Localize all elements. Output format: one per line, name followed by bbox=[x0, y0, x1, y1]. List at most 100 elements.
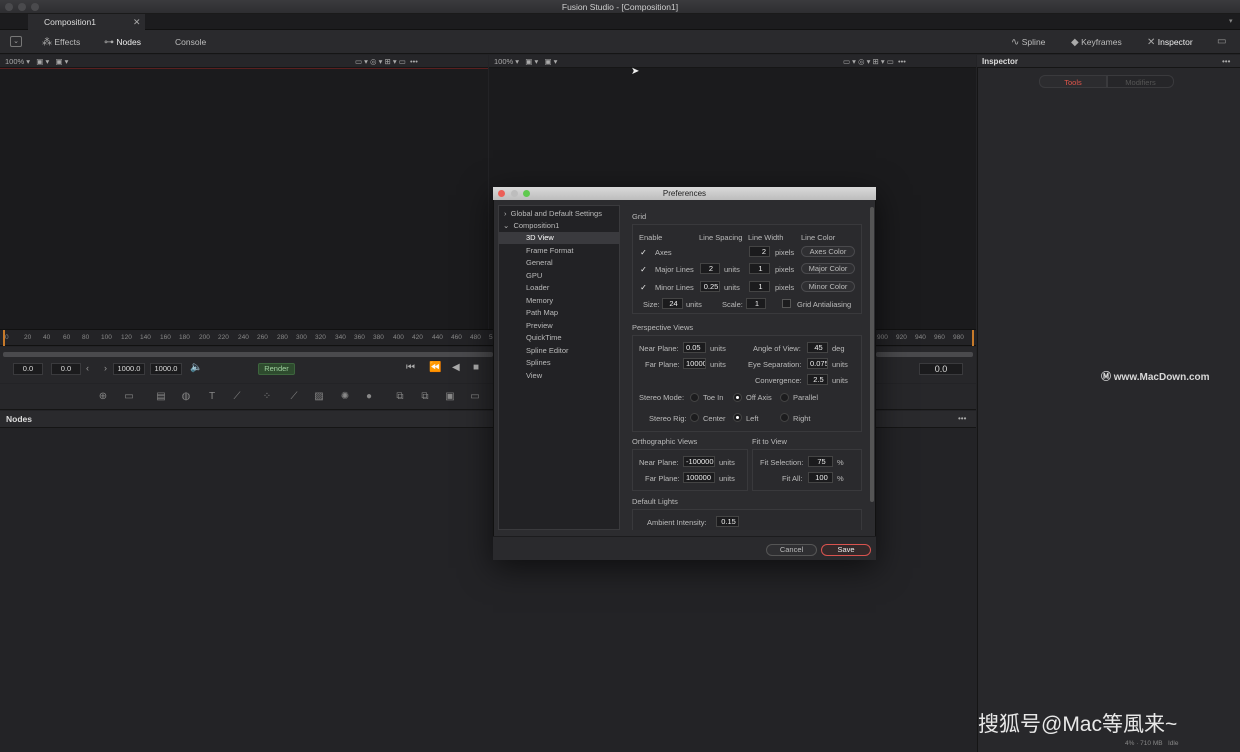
persp-near-input[interactable]: 0.05 bbox=[683, 342, 706, 353]
minor-width-input[interactable]: 1 bbox=[749, 281, 770, 292]
minor-spacing-input[interactable]: 0.25 bbox=[700, 281, 720, 292]
eye-separation-input[interactable]: 0.075 bbox=[807, 358, 828, 369]
current-time-field[interactable]: 0.0 bbox=[919, 363, 963, 375]
render-end-field[interactable]: 1000.0 bbox=[113, 363, 145, 375]
global-start-field[interactable]: 0.0 bbox=[13, 363, 43, 375]
tab-menu-icon[interactable]: ▾ bbox=[1229, 17, 1233, 25]
shape-tool-icon[interactable]: ⧉ bbox=[418, 390, 432, 403]
image-plane-tool-icon[interactable]: ▭ bbox=[468, 390, 482, 403]
left-zoom[interactable]: 100% bbox=[5, 57, 24, 66]
renderer-tool-icon[interactable]: ▣ bbox=[443, 390, 457, 403]
go-to-start-icon[interactable]: ⏮ bbox=[406, 362, 415, 373]
aov-input[interactable]: 45 bbox=[807, 342, 828, 353]
minimize-window-button[interactable] bbox=[18, 3, 26, 11]
end-marker[interactable] bbox=[972, 330, 974, 346]
right-viewer-options-icon[interactable]: ▭ ▾ ◎ ▾ ⊞ ▾ ▭ ••• bbox=[843, 55, 906, 68]
convergence-input[interactable]: 2.5 bbox=[807, 374, 828, 385]
inspector-options-icon[interactable]: ••• bbox=[1222, 57, 1230, 66]
axes-width-input[interactable]: 2 bbox=[749, 246, 770, 257]
minor-lines-checkbox[interactable]: ✓ bbox=[639, 283, 648, 292]
preferences-scrollbar[interactable] bbox=[870, 207, 874, 502]
parallel-radio[interactable] bbox=[780, 393, 789, 402]
keyframes-button[interactable]: ◆ Keyframes bbox=[1071, 30, 1122, 54]
background-tool-icon[interactable]: ▤ bbox=[154, 390, 168, 403]
play-reverse-icon[interactable]: ◀ bbox=[452, 362, 460, 373]
center-radio[interactable] bbox=[690, 413, 699, 422]
polygon-tool-icon[interactable]: ⟋ bbox=[287, 390, 301, 403]
major-lines-checkbox[interactable]: ✓ bbox=[639, 265, 648, 274]
antialiasing-checkbox[interactable] bbox=[782, 299, 791, 308]
render-start-field[interactable]: 0.0 bbox=[51, 363, 81, 375]
light-tool-icon[interactable]: ✺ bbox=[338, 390, 352, 403]
tab-modifiers[interactable]: Modifiers bbox=[1107, 75, 1174, 88]
toe-in-radio[interactable] bbox=[690, 393, 699, 402]
particles-tool-icon[interactable]: ⁘ bbox=[260, 390, 274, 403]
3d-tool-icon[interactable]: ⧉ bbox=[393, 390, 407, 403]
tree-item-frame-format[interactable]: Frame Format bbox=[499, 245, 619, 257]
dialog-minimize-button[interactable] bbox=[511, 190, 518, 197]
fit-selection-input[interactable]: 75 bbox=[808, 456, 833, 467]
tree-item-preview[interactable]: Preview bbox=[499, 320, 619, 332]
persp-far-input[interactable]: 10000 bbox=[683, 358, 706, 369]
tree-item-path-map[interactable]: Path Map bbox=[499, 307, 619, 319]
left-viewer-options-icon[interactable]: ▭ ▾ ◎ ▾ ⊞ ▾ ▭ ••• bbox=[355, 55, 418, 68]
size-input[interactable]: 24 bbox=[662, 298, 683, 309]
tree-item-view[interactable]: View bbox=[499, 370, 619, 382]
dialog-zoom-button[interactable] bbox=[523, 190, 530, 197]
tree-item-general[interactable]: General bbox=[499, 257, 619, 269]
tree-item-splines[interactable]: Splines bbox=[499, 357, 619, 369]
tree-item-quicktime[interactable]: QuickTime bbox=[499, 332, 619, 344]
tree-item-composition1[interactable]: ⌄ Composition1 bbox=[499, 220, 619, 232]
tree-item-memory[interactable]: Memory bbox=[499, 295, 619, 307]
tree-item-loader[interactable]: Loader bbox=[499, 282, 619, 294]
stop-icon[interactable]: ■ bbox=[473, 362, 479, 373]
minor-color-button[interactable]: Minor Color bbox=[801, 281, 855, 292]
scale-input[interactable]: 1 bbox=[746, 298, 766, 309]
cancel-button[interactable]: Cancel bbox=[766, 544, 817, 556]
paint-tool-icon[interactable]: ◍ bbox=[179, 390, 193, 403]
right-zoom[interactable]: 100% bbox=[494, 57, 513, 66]
major-width-input[interactable]: 1 bbox=[749, 263, 770, 274]
global-end-field[interactable]: 1000.0 bbox=[150, 363, 182, 375]
left-viewer[interactable] bbox=[0, 68, 488, 329]
chevron-left-icon[interactable]: ‹ bbox=[86, 363, 89, 373]
tree-item-3d-view[interactable]: 3D View bbox=[499, 232, 619, 244]
off-axis-radio[interactable] bbox=[733, 393, 742, 402]
close-window-button[interactable] bbox=[5, 3, 13, 11]
tab-composition1[interactable]: Composition1 bbox=[28, 14, 145, 30]
tree-item-gpu[interactable]: GPU bbox=[499, 270, 619, 282]
render-button[interactable]: Render bbox=[258, 363, 295, 375]
metadata-icon[interactable]: ▭ bbox=[1217, 36, 1226, 47]
chevron-right-icon[interactable]: › bbox=[104, 363, 107, 373]
playhead[interactable] bbox=[3, 330, 5, 346]
left-radio[interactable] bbox=[733, 413, 742, 422]
inspector-button[interactable]: ✕ Inspector bbox=[1147, 30, 1193, 54]
save-button[interactable]: Save bbox=[821, 544, 871, 556]
ambient-intensity-input[interactable]: 0.15 bbox=[716, 516, 739, 527]
zoom-window-button[interactable] bbox=[31, 3, 39, 11]
nodes-options-icon[interactable]: ••• bbox=[958, 414, 966, 423]
axes-color-button[interactable]: Axes Color bbox=[801, 246, 855, 257]
close-tab-icon[interactable]: ✕ bbox=[133, 14, 141, 30]
bspline-tool-icon[interactable]: ▨ bbox=[312, 390, 326, 403]
right-radio[interactable] bbox=[780, 413, 789, 422]
major-color-button[interactable]: Major Color bbox=[801, 263, 855, 274]
fit-all-input[interactable]: 100 bbox=[808, 472, 833, 483]
tree-item-global[interactable]: › Global and Default Settings bbox=[499, 208, 619, 220]
effects-button[interactable]: ⁂ Effects bbox=[42, 30, 80, 54]
ortho-far-input[interactable]: 100000 bbox=[683, 472, 715, 483]
range-slider-end[interactable] bbox=[876, 352, 973, 357]
drop-tool-icon[interactable]: ● bbox=[362, 390, 376, 403]
merge-tool-icon[interactable]: ⊕ bbox=[96, 390, 110, 403]
major-spacing-input[interactable]: 2 bbox=[700, 263, 720, 274]
brush-tool-icon[interactable]: ⟋ bbox=[230, 390, 244, 403]
spline-button[interactable]: ∿ Spline bbox=[1011, 30, 1045, 54]
nodes-button[interactable]: ⊶ Nodes bbox=[104, 30, 141, 54]
text-tool-icon[interactable]: T bbox=[205, 390, 219, 403]
dialog-close-button[interactable] bbox=[498, 190, 505, 197]
layout-toggle-icon[interactable]: ⌄ bbox=[10, 36, 22, 47]
tree-item-spline-editor[interactable]: Spline Editor bbox=[499, 345, 619, 357]
range-slider[interactable] bbox=[3, 352, 493, 357]
axes-checkbox[interactable]: ✓ bbox=[639, 248, 648, 257]
ortho-near-input[interactable]: -100000 bbox=[683, 456, 715, 467]
